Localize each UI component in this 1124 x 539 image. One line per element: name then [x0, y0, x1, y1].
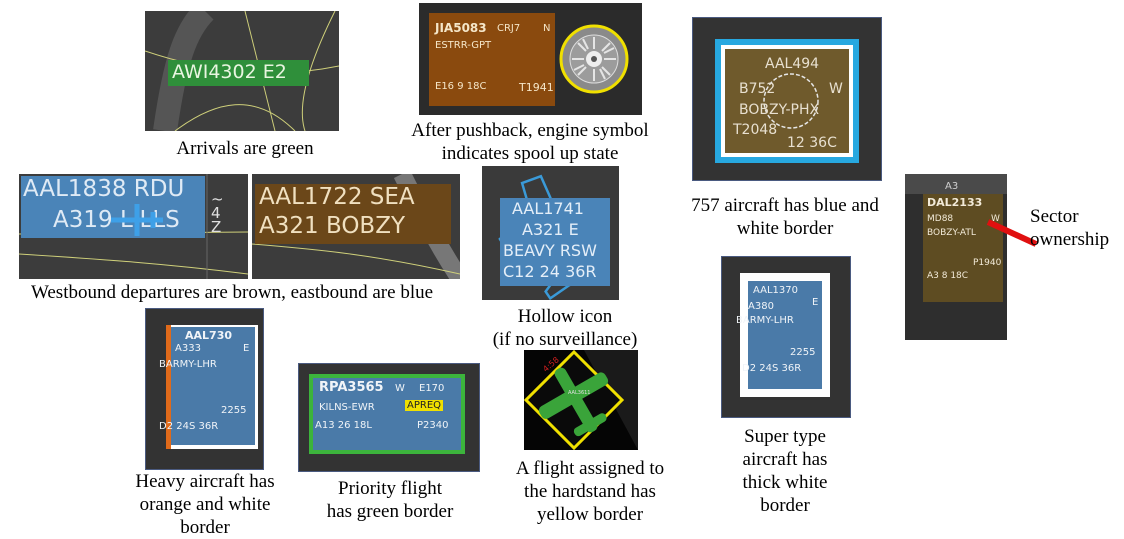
hollow-line3: BEAVY RSW [503, 241, 597, 260]
heavy-panel: AAL730 A333 E BARMY-LHR 2255 D2 24S 36R [145, 308, 264, 470]
heavy-flag: E [243, 343, 250, 354]
b757-route: BOBZY-PHX [739, 102, 820, 118]
super-bottom: D2 24S 36R [742, 363, 802, 374]
b757-callsign: AAL494 [765, 56, 820, 72]
b757-bottom: 12 36C [787, 135, 837, 151]
super-flag: E [812, 297, 819, 308]
sector-route: BOBZY-ATL [927, 228, 976, 238]
b757-blue-border: AAL494 B752 W BOBZY-PHX T2048 12 36C [715, 39, 859, 163]
sector-callsign: DAL2133 [927, 196, 983, 209]
priority-panel: RPA3565 W E170 KILNS-EWR APREQ A13 26 18… [298, 363, 480, 472]
super-callsign: AAL1370 [753, 285, 798, 296]
pushback-callsign: JIA5083 [435, 21, 487, 35]
pushback-tag[interactable]: JIA5083 CRJ7 N ESTRR-GPT E16 9 18C T1941 [429, 13, 555, 106]
priority-route: KILNS-EWR [319, 402, 375, 413]
priority-flag: W [395, 383, 405, 394]
hollow-line1: AAL1741 [512, 199, 584, 218]
priority-callsign: RPA3565 [319, 380, 384, 395]
sector-header: A3 [945, 181, 959, 192]
heavy-type: A333 [175, 343, 201, 354]
hollow-tag[interactable]: AAL1741 A321 E BEAVY RSW C12 24 36R [500, 198, 610, 286]
sector-panel: A3 DAL2133 MD88 W BOBZY-ATL P1940 A3 8 1… [905, 174, 1007, 340]
pushback-bottom-left: E16 9 18C [435, 81, 487, 92]
heavy-orange-border: AAL730 A333 E BARMY-LHR 2255 D2 24S 36R [159, 325, 258, 449]
priority-type: E170 [419, 383, 445, 394]
pushback-route: ESTRR-GPT [435, 40, 492, 51]
heavy-route: BARMY-LHR [159, 359, 217, 370]
eastbound-panel: AAL1838 RDU A319 LILLS ~4 Z [19, 174, 248, 279]
priority-caption: Priority flight has green border [326, 478, 454, 522]
b757-white-border: AAL494 B752 W BOBZY-PHX T2048 12 36C [721, 45, 853, 157]
super-tag[interactable]: AAL1370 A380 E BARMY-LHR 2255 D2 24S 36R [736, 281, 822, 389]
sector-bottom: A3 8 18C [927, 271, 969, 281]
eastbound-side-glyphs: ~4 Z [211, 190, 224, 236]
super-type: A380 [748, 301, 774, 312]
hardstand-panel: 4:58 AAL3611 [524, 350, 638, 450]
heavy-callsign: AAL730 [185, 329, 232, 342]
pushback-caption: After pushback, engine symbol indicates … [411, 120, 649, 164]
priority-status: APREQ [405, 400, 444, 411]
b757-time: T2048 [733, 122, 778, 138]
pushback-flag: N [543, 23, 551, 34]
engine-spool-icon [559, 24, 629, 94]
arrival-tag-text: AWI4302 E2 [172, 61, 287, 83]
arrivals-panel: AWI4302 E2 [145, 11, 339, 131]
b757-caption: 757 aircraft has blue and white border [691, 195, 879, 239]
super-caption: Super type aircraft has thick white bord… [742, 426, 828, 516]
super-panel: AAL1370 A380 E BARMY-LHR 2255 D2 24S 36R [721, 256, 851, 418]
hollow-panel: AAL1741 A321 E BEAVY RSW C12 24 36R [482, 166, 619, 300]
priority-tag[interactable]: RPA3565 W E170 KILNS-EWR APREQ A13 26 18… [313, 378, 461, 450]
westbound-panel: AAL1722 SEA A321 BOBZY [252, 174, 460, 279]
heavy-tag[interactable]: AAL730 A333 E BARMY-LHR 2255 D2 24S 36R [159, 327, 255, 445]
heavy-white-border: AAL730 A333 E BARMY-LHR 2255 D2 24S 36R [159, 325, 258, 449]
sector-caption: Sector ownership [1030, 206, 1110, 250]
eastbound-aircraft-icon [111, 204, 163, 236]
super-white-border: AAL1370 A380 E BARMY-LHR 2255 D2 24S 36R [736, 273, 830, 397]
super-time: 2255 [790, 347, 816, 358]
b757-tag[interactable]: AAL494 B752 W BOBZY-PHX T2048 12 36C [725, 49, 849, 153]
westbound-tag[interactable]: AAL1722 SEA A321 BOBZY [255, 184, 451, 244]
b757-flag: W [829, 81, 843, 97]
sector-type: MD88 [927, 214, 954, 224]
westbound-line1: AAL1722 SEA [259, 184, 415, 210]
pushback-type: CRJ7 [497, 23, 521, 34]
arrivals-caption: Arrivals are green [176, 138, 314, 159]
arrival-tag[interactable]: AWI4302 E2 [168, 60, 309, 86]
heavy-time: 2255 [221, 405, 247, 416]
sector-time: P1940 [973, 258, 1002, 268]
hardstand-mini-tag: AAL3611 [568, 390, 591, 396]
departures-caption: Westbound departures are brown, eastboun… [30, 282, 434, 303]
eastbound-line1: AAL1838 RDU [23, 176, 185, 202]
b757-panel: AAL494 B752 W BOBZY-PHX T2048 12 36C [692, 17, 882, 181]
super-route: BARMY-LHR [736, 315, 794, 326]
priority-green-border: RPA3565 W E170 KILNS-EWR APREQ A13 26 18… [309, 374, 465, 454]
hollow-line4: C12 24 36R [503, 262, 597, 281]
hardstand-graphic [524, 350, 638, 450]
pushback-bottom-right: T1941 [519, 81, 554, 94]
hollow-line2: A321 E [522, 220, 579, 239]
priority-bottom-right: P2340 [417, 420, 449, 431]
heavy-bottom: D2 24S 36R [159, 421, 219, 432]
hardstand-caption: A flight assigned to the hardstand has y… [515, 458, 665, 525]
heavy-caption: Heavy aircraft has orange and white bord… [135, 471, 275, 538]
westbound-line2: A321 BOBZY [259, 213, 406, 239]
b757-type: B752 [739, 81, 776, 97]
hollow-caption: Hollow icon (if no surveillance) [492, 306, 638, 350]
pushback-panel: JIA5083 CRJ7 N ESTRR-GPT E16 9 18C T1941 [419, 3, 642, 115]
priority-bottom-left: A13 26 18L [315, 420, 372, 431]
